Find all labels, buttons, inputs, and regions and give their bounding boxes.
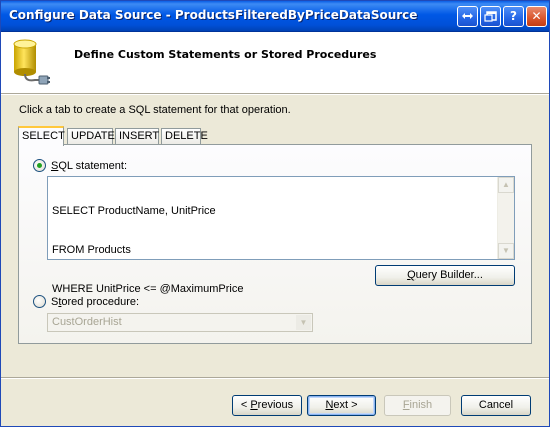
title-bar[interactable]: Configure Data Source - ProductsFiltered… xyxy=(1,1,549,32)
scroll-down-icon[interactable]: ▼ xyxy=(498,243,514,259)
sql-line: FROM Products xyxy=(52,244,131,256)
tab-select[interactable]: SELECT xyxy=(18,126,65,146)
next-button[interactable]: Next > xyxy=(307,395,376,416)
restore-icon[interactable] xyxy=(457,6,478,27)
maximize-icon[interactable] xyxy=(480,6,501,27)
header-divider xyxy=(1,94,549,95)
sql-statement-label: SQL statement: xyxy=(51,159,128,172)
query-builder-button[interactable]: Query Builder... xyxy=(375,265,515,286)
stored-procedure-radio[interactable] xyxy=(33,295,46,308)
sql-statement-option[interactable]: SQL statement: xyxy=(33,159,127,172)
wizard-header: Define Custom Statements or Stored Proce… xyxy=(1,32,549,94)
sql-scrollbar[interactable]: ▲ ▼ xyxy=(497,177,514,259)
database-icon xyxy=(13,39,50,85)
tab-delete[interactable]: DELETE xyxy=(161,128,208,144)
sql-line: SELECT ProductName, UnitPrice xyxy=(52,205,216,217)
stored-procedure-select[interactable]: CustOrderHist ▼ xyxy=(47,313,313,332)
sql-statement-radio[interactable] xyxy=(33,159,46,172)
tab-update[interactable]: UPDATE xyxy=(67,128,115,144)
stored-procedure-label: Stored procedure: xyxy=(51,295,140,308)
tab-insert[interactable]: INSERT xyxy=(115,128,159,144)
stored-procedure-value: CustOrderHist xyxy=(52,316,122,328)
help-icon[interactable]: ? xyxy=(503,6,524,27)
footer-divider-highlight xyxy=(1,378,549,379)
page-heading: Define Custom Statements or Stored Proce… xyxy=(74,48,377,61)
sql-statement-textarea[interactable]: SELECT ProductName, UnitPrice FROM Produ… xyxy=(47,176,515,295)
instruction-text: Click a tab to create a SQL statement fo… xyxy=(19,104,291,116)
configure-data-source-dialog: Configure Data Source - ProductsFiltered… xyxy=(0,0,550,427)
scroll-up-icon[interactable]: ▲ xyxy=(498,177,514,193)
chevron-down-icon[interactable]: ▼ xyxy=(296,315,311,330)
stored-procedure-option[interactable]: Stored procedure: xyxy=(33,295,139,308)
previous-button[interactable]: < Previous xyxy=(232,395,302,416)
close-icon[interactable]: ✕ xyxy=(526,6,547,27)
finish-button[interactable]: Finish xyxy=(384,395,451,416)
window-title: Configure Data Source - ProductsFiltered… xyxy=(9,8,418,22)
cancel-button[interactable]: Cancel xyxy=(461,395,531,416)
